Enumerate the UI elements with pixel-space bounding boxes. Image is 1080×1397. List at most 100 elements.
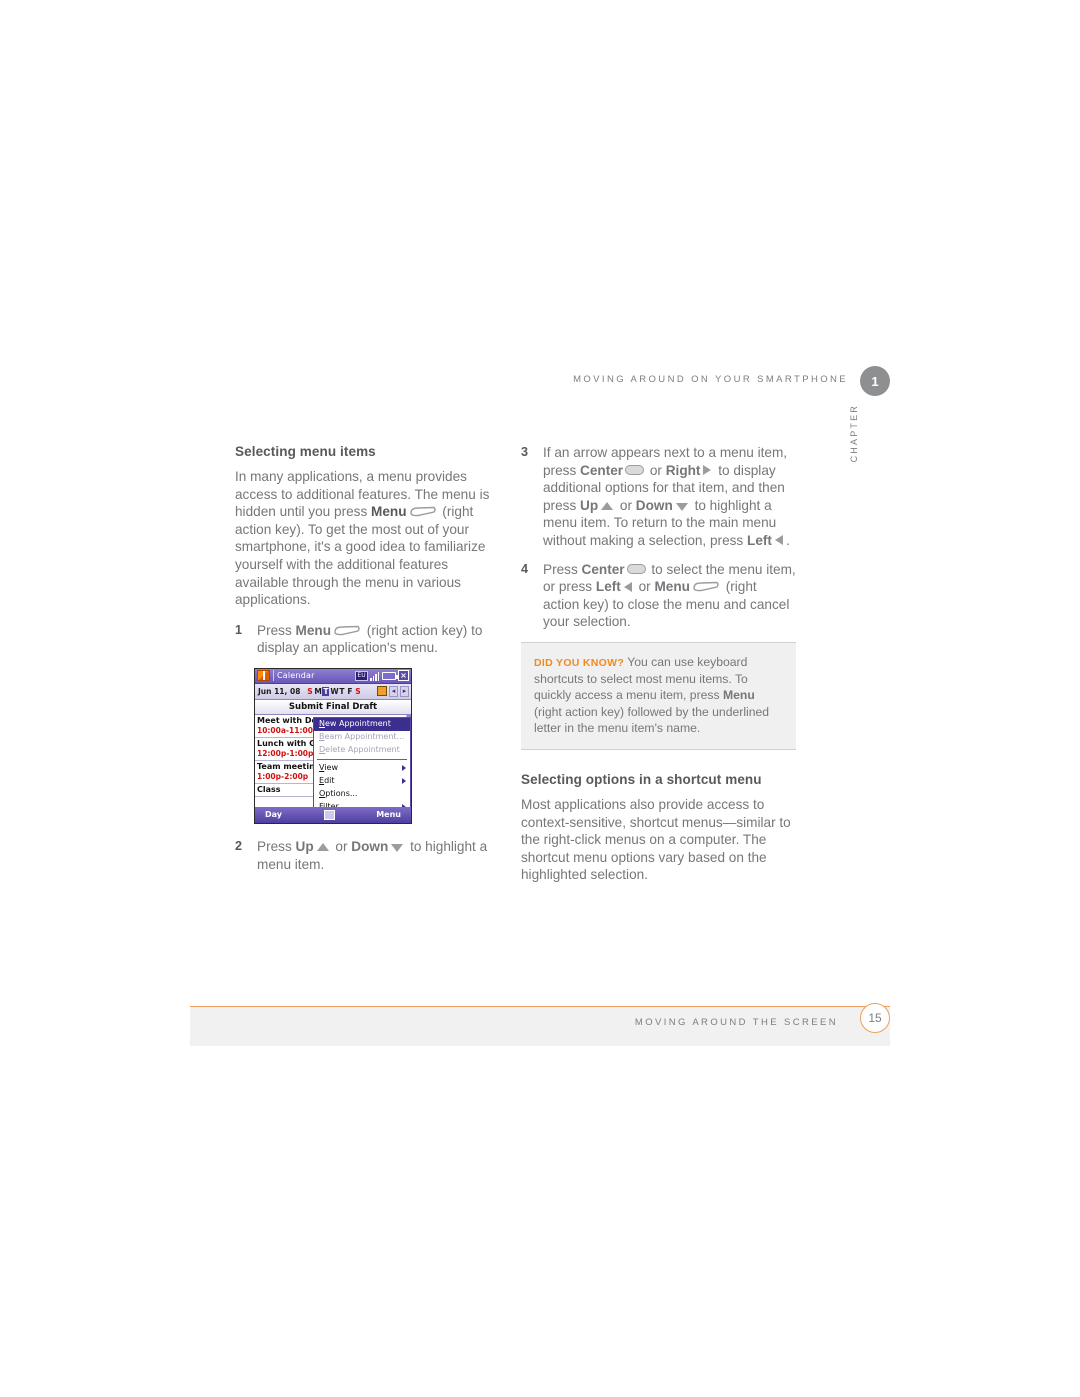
device-date-bar: Jun 11, 08 S M T W T F S ◂ ▸ [255,683,411,700]
menu-item-edit[interactable]: Edit [314,775,410,788]
step-2: 2 Press Up or Down to highlight a menu it… [235,838,505,873]
center-key-icon [626,563,646,574]
step-1-bold-menu: Menu [295,622,332,638]
prev-arrow-icon[interactable]: ◂ [389,685,398,697]
section-heading-shortcut-menu: Selecting options in a shortcut menu [521,771,762,787]
right-action-key-icon [692,581,720,592]
right-column: 3 If an arrow appears next to a menu item… [521,444,796,897]
center-key-icon [625,465,645,475]
left-arrow-icon [774,535,783,546]
signal-icon [370,671,380,681]
up-arrow-icon [601,502,614,511]
menu-item-label: ptions... [325,789,358,799]
step-3-bold-right: Right [665,462,701,478]
left-arrow-icon [623,581,632,592]
eu-icon: EU [355,670,368,681]
menu-item-new-appointment[interactable]: New Appointment [314,717,410,731]
step-3-part6: . [785,532,790,548]
shortcut-menu-paragraph: Most applications also provide access to… [521,796,791,883]
down-arrow-icon [391,844,404,853]
device-status-icons: EU × [355,670,411,682]
step-1: 1 Press Menu (right action key) to displa… [235,622,505,657]
device-date-bar-controls: ◂ ▸ [377,685,409,697]
device-title-bar: Calendar EU × [255,668,411,684]
keyboard-icon[interactable] [323,809,335,820]
section-heading-selecting-menu-items: Selecting menu items [235,444,376,459]
up-arrow-icon [316,843,329,852]
left-steps-list-2: 2 Press Up or Down to highlight a menu it… [235,838,505,873]
dow-saturday[interactable]: S [354,687,361,696]
step-2-bold-down: Down [351,838,389,854]
dow-sunday[interactable]: S [306,687,313,696]
step-2-number: 2 [235,838,243,853]
step-3-bold-up: Up [580,497,599,513]
menu-item-beam-appointment[interactable]: Beam Appointment... [314,731,410,744]
menu-item-label: iew [324,763,338,773]
page-footer: MOVING AROUND THE SCREEN 15 [190,1003,890,1046]
running-head-text: MOVING AROUND ON YOUR SMARTPHONE [573,374,848,385]
dow-wednesday[interactable]: W [330,687,338,696]
footer-text: MOVING AROUND THE SCREEN [634,1017,838,1028]
step-4-part1: Press [543,561,582,577]
menu-item-label: dit [324,776,335,786]
step-4-bold-center: Center [581,561,625,577]
step-4-bold-left: Left [595,579,621,595]
dow-monday[interactable]: M [314,687,321,696]
close-icon[interactable]: × [398,670,409,682]
menu-item-delete-appointment[interactable]: Delete Appointment [314,744,410,757]
dyk-part2: (right action key) followed by the under… [534,704,770,735]
device-app-title: Calendar [277,671,315,681]
calendar-icon[interactable] [377,686,387,697]
device-day-of-week-strip[interactable]: S M T W T F S [306,686,361,696]
device-screenshot-figure: Calendar EU × Jun 11, 08 S M T W T F S ◂ [254,667,412,824]
step-4: 4 Press Center to select the menu item, o… [521,561,796,631]
right-action-key-icon [333,625,361,636]
menu-item-options[interactable]: Options... [314,788,410,801]
titlebar-divider [273,670,274,682]
device-context-menu[interactable]: New Appointment Beam Appointment... Dele… [313,716,411,815]
start-icon[interactable] [257,670,270,682]
step-2-part2: or [331,838,352,854]
down-arrow-icon [675,503,688,512]
device-subject-bar: Submit Final Draft [255,699,411,715]
right-steps-list: 3 If an arrow appears next to a menu item… [521,444,796,631]
page-number-badge: 15 [860,1003,890,1033]
device-date-label: Jun 11, 08 [258,686,301,696]
intro-paragraph: In many applications, a menu provides ac… [235,468,505,609]
left-column: Selecting menu items In many application… [235,444,505,884]
step-3-bold-left: Left [747,532,772,548]
step-3-part4: or [616,497,636,513]
chapter-label-vertical: CHAPTER [849,404,859,463]
step-3-bold-down: Down [635,497,673,513]
submenu-arrow-icon [402,765,406,772]
running-header: MOVING AROUND ON YOUR SMARTPHONE 1 [190,366,890,400]
dow-thursday[interactable]: T [338,687,345,696]
intro-text-part2: (right action key). To get the most out … [235,504,486,608]
did-you-know-callout: DID YOU KNOW? You can use keyboard short… [521,641,796,750]
step-3-number: 3 [521,445,529,459]
step-3-part2: or [646,462,666,478]
dow-friday[interactable]: F [346,687,353,696]
step-4-bold-menu: Menu [654,579,690,595]
step-1-number: 1 [235,622,243,637]
step-4-number: 4 [521,561,529,576]
submenu-arrow-icon [402,778,406,785]
dow-tuesday-selected[interactable]: T [322,686,330,696]
left-steps-list: 1 Press Menu (right action key) to displa… [235,622,505,657]
did-you-know-label: DID YOU KNOW? [534,656,625,669]
menu-item-label: ew Appointment [324,719,391,729]
right-arrow-icon [703,465,712,475]
softkey-right-menu[interactable]: Menu [376,810,411,819]
menu-divider [317,758,407,760]
step-2-bold-up: Up [295,838,314,854]
step-1-part1: Press [257,622,296,638]
menu-item-label: eam Appointment... [324,732,405,742]
device-soft-key-bar: Day Menu [255,806,411,823]
intro-menu-bold: Menu [371,504,407,520]
softkey-left-day[interactable]: Day [255,810,282,819]
menu-item-label: elete Appointment [325,745,400,755]
chapter-number-badge: 1 [860,366,890,396]
menu-item-view[interactable]: View [314,762,410,775]
next-arrow-icon[interactable]: ▸ [400,685,409,697]
step-3: 3 If an arrow appears next to a menu item… [521,444,796,550]
